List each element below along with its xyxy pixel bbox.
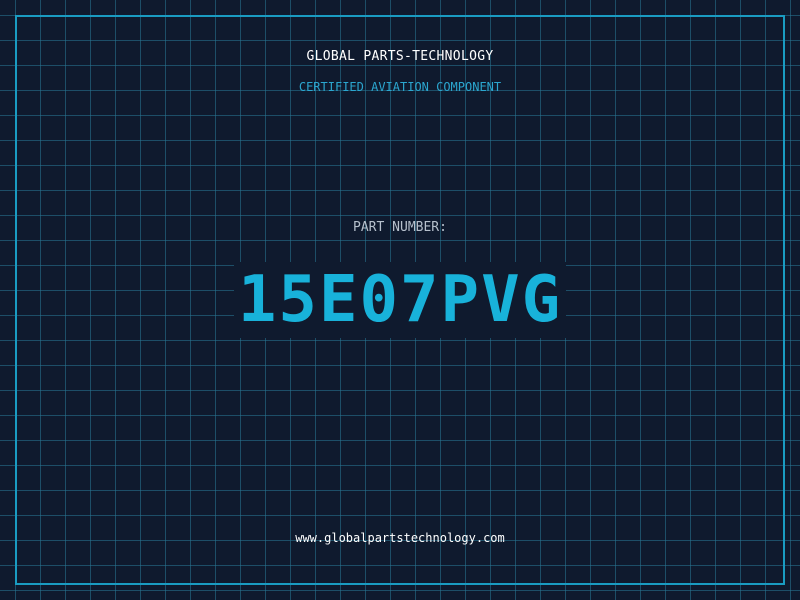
- part-number-value: 15E07PVG: [233, 262, 567, 338]
- part-number-container: 15E07PVG: [0, 262, 800, 338]
- part-number-label: PART NUMBER:: [353, 220, 447, 235]
- certification-subtitle: CERTIFIED AVIATION COMPONENT: [298, 80, 502, 94]
- website-url: www.globalpartstechnology.com: [295, 531, 505, 545]
- company-name: GLOBAL PARTS-TECHNOLOGY: [306, 49, 494, 64]
